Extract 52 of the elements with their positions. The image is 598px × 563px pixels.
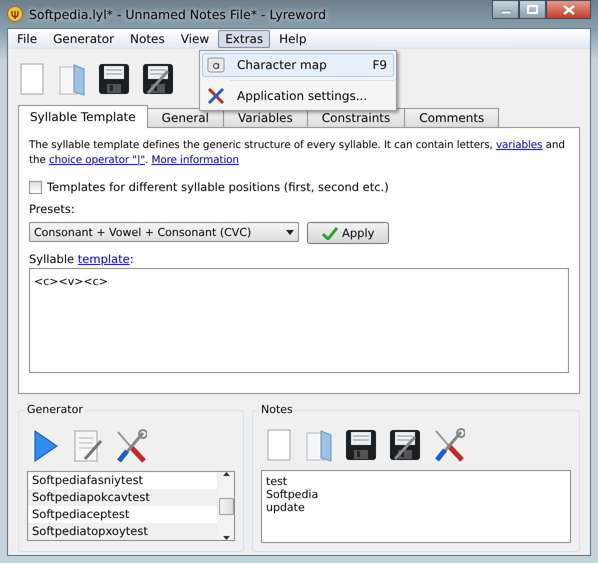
checkbox-label: Templates for different syllable positions (first, second etc.) — [47, 180, 389, 194]
notes-field[interactable]: test Softpedia update — [261, 470, 571, 543]
link[interactable]: choice operator "|" — [48, 154, 146, 166]
word-list[interactable]: Softpediafasniytest Softpediapokcavtest Softpediaceptest Softpediatopxoytest — [27, 471, 235, 541]
list-item[interactable]: Softpediafasniytest — [28, 472, 217, 489]
floppy-disk-pen-icon[interactable] — [142, 63, 174, 95]
close-icon — [562, 4, 574, 14]
group-title: Generator — [25, 403, 85, 416]
menu-item[interactable]: Extras — [218, 30, 270, 48]
menu-item[interactable]: Generator — [46, 30, 122, 48]
maximize-button[interactable] — [519, 0, 546, 19]
menu-item[interactable]: Application settings... — [202, 84, 394, 108]
minimize-button[interactable] — [492, 0, 519, 19]
floppy-disk-pen-icon[interactable] — [389, 429, 421, 462]
scroll-down-icon[interactable] — [222, 536, 230, 540]
group-title: Notes — [259, 403, 295, 416]
checkbox[interactable] — [29, 180, 42, 194]
scrollbar[interactable] — [217, 472, 234, 540]
tab[interactable]: General — [146, 108, 224, 127]
shortcut-text: F9 — [372, 58, 387, 72]
menu-item[interactable]: File — [10, 30, 44, 48]
tab[interactable]: Syllable Template — [18, 105, 148, 128]
menu-item[interactable]: Character map F9 — [202, 53, 394, 77]
character-map-icon — [207, 57, 225, 73]
description-text: The syllable template defines the generic structure of every syllable. It can contain letters, variables and the choice operator "|". More information — [29, 138, 566, 168]
dropdown-arrow-icon — [286, 230, 294, 234]
maximize-icon — [527, 5, 538, 14]
app-logo-icon — [7, 6, 23, 22]
template-label: Syllable template: — [29, 252, 135, 266]
menu-item[interactable]: Notes — [123, 30, 172, 48]
menu-item[interactable]: Help — [272, 30, 314, 48]
presets-dropdown[interactable]: Consonant + Vowel + Consonant (CVC) — [29, 222, 299, 242]
template-field[interactable]: <c><v><c> — [29, 268, 569, 373]
link[interactable]: More information — [151, 154, 239, 166]
scroll-thumb[interactable] — [218, 498, 234, 514]
scroll-up-icon[interactable] — [222, 472, 230, 476]
list-item[interactable]: Softpediapokcavtest — [28, 489, 217, 506]
list-item[interactable]: Softpediatopxoytest — [28, 523, 217, 540]
list-item[interactable]: Softpediaceptest — [28, 506, 217, 523]
checkmark-icon — [322, 226, 338, 240]
link[interactable]: variables — [496, 139, 542, 151]
notes-line: test — [266, 474, 288, 488]
presets-label: Presets: — [29, 202, 76, 216]
notes-line: update — [266, 500, 306, 514]
notes-line: Softpedia — [266, 488, 320, 501]
tab[interactable]: Comments — [404, 108, 500, 127]
menu-item[interactable]: View — [174, 30, 216, 48]
window-title: Softpedia.lyl* - Unnamed Notes File* - Lyreword — [29, 6, 326, 22]
close-button[interactable] — [546, 0, 591, 19]
link[interactable]: template — [78, 252, 130, 266]
apply-button[interactable]: Apply — [307, 222, 390, 244]
play-icon[interactable] — [33, 429, 59, 463]
